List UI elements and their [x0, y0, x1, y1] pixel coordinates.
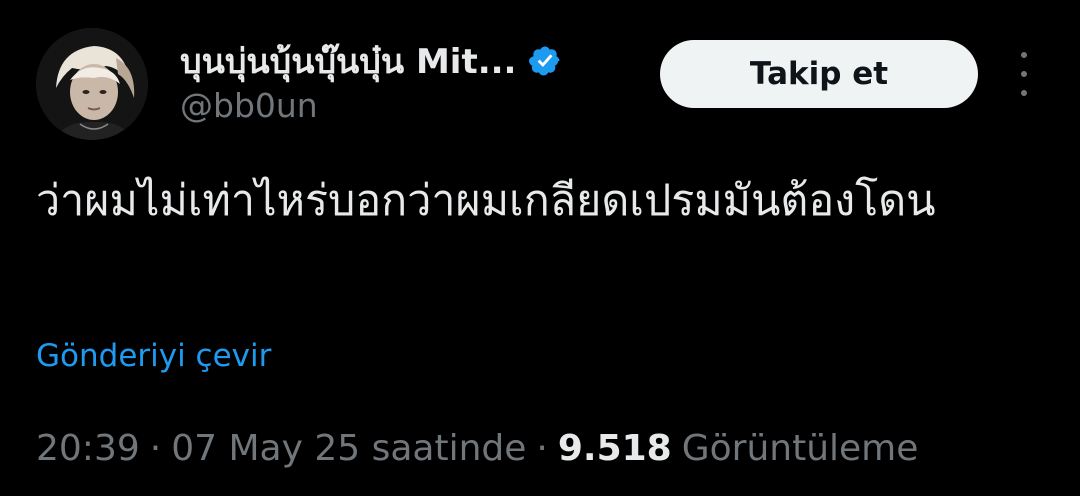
verified-badge-icon	[528, 44, 562, 78]
meta-separator: ·	[536, 428, 548, 469]
more-dot	[1021, 71, 1027, 77]
more-vertical-icon[interactable]	[1004, 52, 1044, 96]
display-name[interactable]: บุนบุ่นบุ้นบุ๊นบุ๋น Mit...	[180, 34, 516, 88]
avatar[interactable]	[36, 28, 148, 140]
tweet-meta: 20:39 · 07 May 25 saatinde · 9.518 Görün…	[36, 428, 918, 469]
views-count[interactable]: 9.518	[558, 428, 672, 469]
more-dot	[1021, 90, 1027, 96]
name-row: บุนบุ่นบุ้นบุ๊นบุ๋น Mit...	[180, 38, 562, 84]
tweet-time[interactable]: 20:39	[36, 428, 140, 469]
tweet-header: บุนบุ่นบุ้นบุ๊นบุ๋น Mit... @bb0un Takip …	[0, 0, 1080, 150]
views-label[interactable]: Görüntüleme	[682, 428, 919, 469]
meta-separator: ·	[149, 428, 162, 469]
follow-button[interactable]: Takip et	[660, 40, 978, 108]
tweet-text: ว่าผมไม่เท่าไหร่บอกว่าผมเกลียดเปรมมันต้อ…	[36, 176, 936, 226]
avatar-image	[36, 28, 148, 140]
tweet-date[interactable]: 07 May 25 saatinde	[171, 428, 526, 469]
user-handle[interactable]: @bb0un	[180, 86, 318, 125]
more-dot	[1021, 52, 1027, 58]
translate-post-link[interactable]: Gönderiyi çevir	[36, 338, 271, 374]
